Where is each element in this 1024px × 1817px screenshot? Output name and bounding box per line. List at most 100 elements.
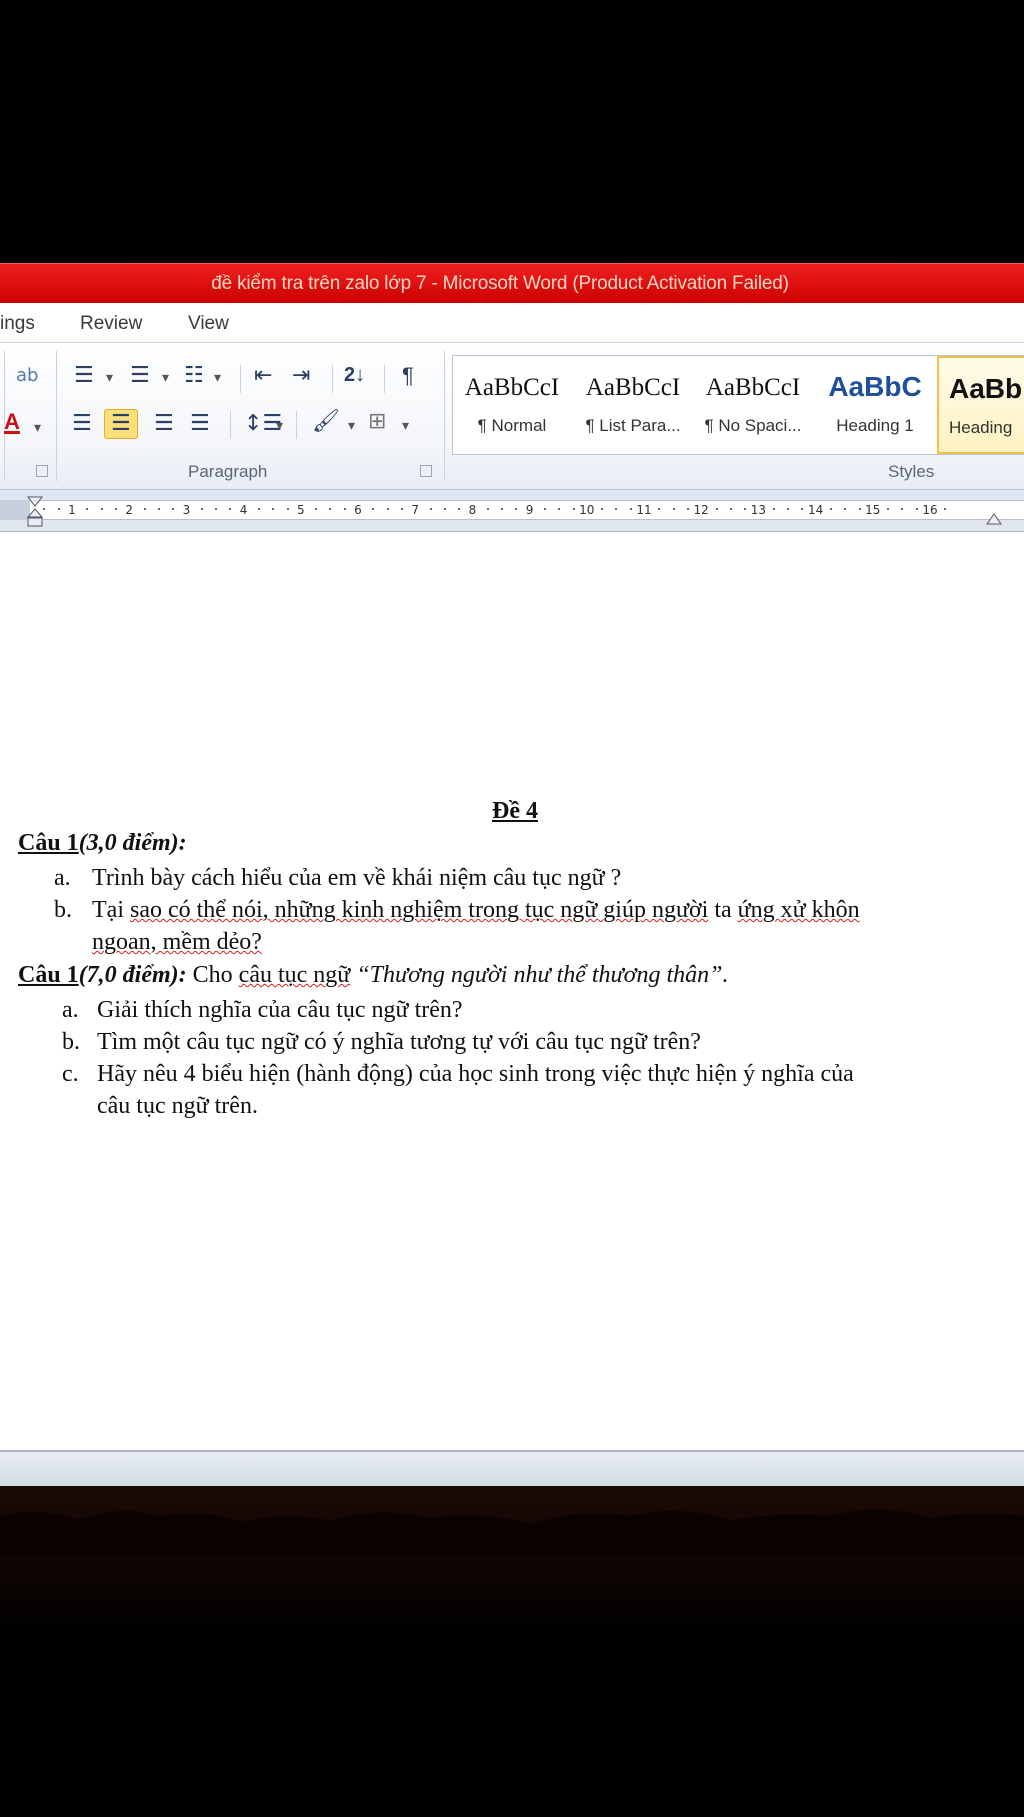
tab-mailings[interactable]: ings — [0, 313, 35, 335]
ruler-number: 2 — [125, 503, 134, 517]
question-points: (7,0 điểm): — [78, 962, 187, 988]
text-highlight-icon[interactable]: ab — [16, 367, 38, 385]
ruler-tick — [844, 508, 847, 510]
ruler-number: 6 — [354, 503, 362, 517]
proverb-quote: “Thương người như thể thương thân”. — [350, 962, 729, 988]
question-1-item-b: Tại sao có thể nói, những kinh nghiệm tr… — [92, 897, 860, 924]
ruler-tick — [458, 508, 461, 510]
borders-icon[interactable]: ⊞ — [368, 411, 386, 433]
list-marker: b. — [62, 1029, 80, 1055]
separator — [296, 411, 297, 439]
ruler-tick — [944, 508, 947, 510]
spellcheck-text: câu tục ngữ — [238, 962, 351, 988]
ruler-tick — [157, 508, 160, 510]
style-no-spacing[interactable]: AaBbCcI ¶ No Spaci... — [693, 356, 813, 454]
separator — [230, 411, 231, 439]
ruler-tick — [486, 508, 489, 510]
paragraph-dialog-launcher[interactable] — [420, 465, 432, 477]
title-bar: đề kiểm tra trên zalo lớp 7 - Microsoft … — [0, 263, 1024, 303]
font-dialog-launcher[interactable] — [36, 465, 48, 477]
group-separator — [444, 351, 445, 481]
document-page[interactable]: Đề 4 Câu 1(3,0 điểm): a. Trình bày cách … — [0, 532, 1024, 1450]
ruler-tick — [715, 508, 718, 510]
question-2-item-a: Giải thích nghĩa của câu tục ngữ trên? — [97, 997, 463, 1023]
ruler-tick — [400, 508, 403, 510]
ruler-tick — [729, 508, 732, 510]
ruler-tick — [658, 508, 661, 510]
styles-gallery: AaBbCcI ¶ Normal AaBbCcI ¶ List Para... … — [452, 355, 1024, 455]
ruler-number: 4 — [239, 503, 248, 517]
line-spacing-dropdown-icon[interactable]: ▾ — [276, 419, 283, 433]
multilevel-dropdown-icon[interactable]: ▾ — [214, 371, 221, 385]
ruler-tick — [801, 508, 804, 510]
style-name: Heading 1 — [836, 416, 914, 435]
separator — [240, 365, 241, 393]
horizontal-ruler[interactable]: 1 2 3 4 5 6 7 8 9 10 11 12 13 14 15 16 — [0, 490, 1024, 532]
font-color-button[interactable]: A — [4, 411, 20, 433]
style-name: ¶ No Spaci... — [704, 416, 802, 435]
ruler-tick — [672, 508, 675, 510]
style-heading-1[interactable]: AaBbC Heading 1 — [817, 356, 933, 454]
styles-group-label: Styles — [888, 462, 935, 481]
bullets-dropdown-icon[interactable]: ▾ — [106, 371, 113, 385]
ruler-number: 12 — [693, 503, 709, 517]
style-list-paragraph[interactable]: AaBbCcI ¶ List Para... — [573, 356, 693, 454]
ruler-tick — [772, 508, 775, 510]
list-marker: b. — [54, 897, 72, 923]
style-heading-2[interactable]: AaBb Heading — [937, 356, 1024, 454]
first-line-indent-marker-icon[interactable] — [26, 496, 44, 528]
bullets-icon[interactable]: ☰ — [74, 365, 94, 387]
ruler-tick — [686, 508, 689, 510]
question-1-title: Câu 1(3,0 điểm): — [18, 830, 187, 857]
decrease-indent-icon[interactable]: ⇤ — [254, 365, 272, 387]
style-name: Heading — [949, 418, 1013, 437]
ruler-number: 7 — [411, 503, 420, 517]
spellcheck-text: sao có thể nói, những kinh nghiệm trong … — [129, 897, 709, 923]
shading-icon[interactable]: 🖌 — [312, 411, 340, 433]
question-2-title: Câu 1(7,0 điểm): Cho câu tục ngữ “Thương… — [18, 962, 728, 989]
right-indent-marker-icon[interactable] — [985, 512, 1003, 530]
style-normal[interactable]: AaBbCcI ¶ Normal — [453, 356, 571, 454]
exam-heading: Đề 4 — [492, 798, 538, 824]
increase-indent-icon[interactable]: ⇥ — [292, 365, 310, 387]
borders-dropdown-icon[interactable]: ▾ — [402, 419, 409, 433]
separator — [384, 365, 385, 393]
ruler-tick — [114, 508, 117, 510]
shading-dropdown-icon[interactable]: ▾ — [348, 419, 355, 433]
question-2-item-b: Tìm một câu tục ngữ có ý nghĩa tương tự … — [97, 1029, 701, 1055]
ruler-tick — [215, 508, 217, 510]
ruler-tick — [744, 508, 747, 510]
justify-icon[interactable]: ☰ — [190, 413, 210, 435]
ruler-number: 13 — [750, 503, 767, 517]
tab-review[interactable]: Review — [80, 313, 142, 335]
ruler-tick — [887, 508, 890, 510]
text-run: Cho — [186, 962, 239, 988]
question-2-item-c: Hãy nêu 4 biểu hiện (hành động) của học … — [97, 1061, 854, 1087]
separator — [332, 365, 333, 393]
tab-view[interactable]: View — [188, 313, 229, 335]
align-center-icon[interactable]: ☰ — [104, 409, 138, 439]
show-formatting-marks-icon[interactable]: ¶ — [402, 365, 414, 387]
ruler-tick — [257, 508, 260, 510]
font-color-dropdown-icon[interactable]: ▾ — [34, 421, 41, 435]
ruler-tick — [787, 508, 789, 510]
style-name: ¶ Normal — [477, 416, 547, 435]
multilevel-list-icon[interactable]: ☷ — [184, 365, 204, 387]
question-label: Câu 1 — [18, 830, 79, 856]
ruler-tick — [558, 508, 561, 510]
ruler-tick — [629, 508, 632, 510]
ruler-tick — [143, 508, 146, 510]
numbering-dropdown-icon[interactable]: ▾ — [162, 371, 169, 385]
ruler-tick — [200, 508, 203, 510]
ruler-tick — [501, 508, 503, 510]
align-right-icon[interactable]: ☰ — [154, 413, 174, 435]
ruler-tick — [543, 508, 546, 510]
ruler-tick — [858, 508, 861, 510]
sort-icon[interactable]: 2↓ — [344, 365, 365, 385]
question-2-item-c-cont: câu tục ngữ trên. — [97, 1093, 258, 1119]
treeline-silhouette — [0, 1509, 1024, 1556]
numbering-icon[interactable]: ☰ — [130, 365, 150, 387]
horizontal-scrollbar[interactable] — [0, 1450, 1024, 1486]
ribbon-tabs: ings Review View — [0, 303, 1024, 343]
align-left-icon[interactable]: ☰ — [72, 413, 92, 435]
